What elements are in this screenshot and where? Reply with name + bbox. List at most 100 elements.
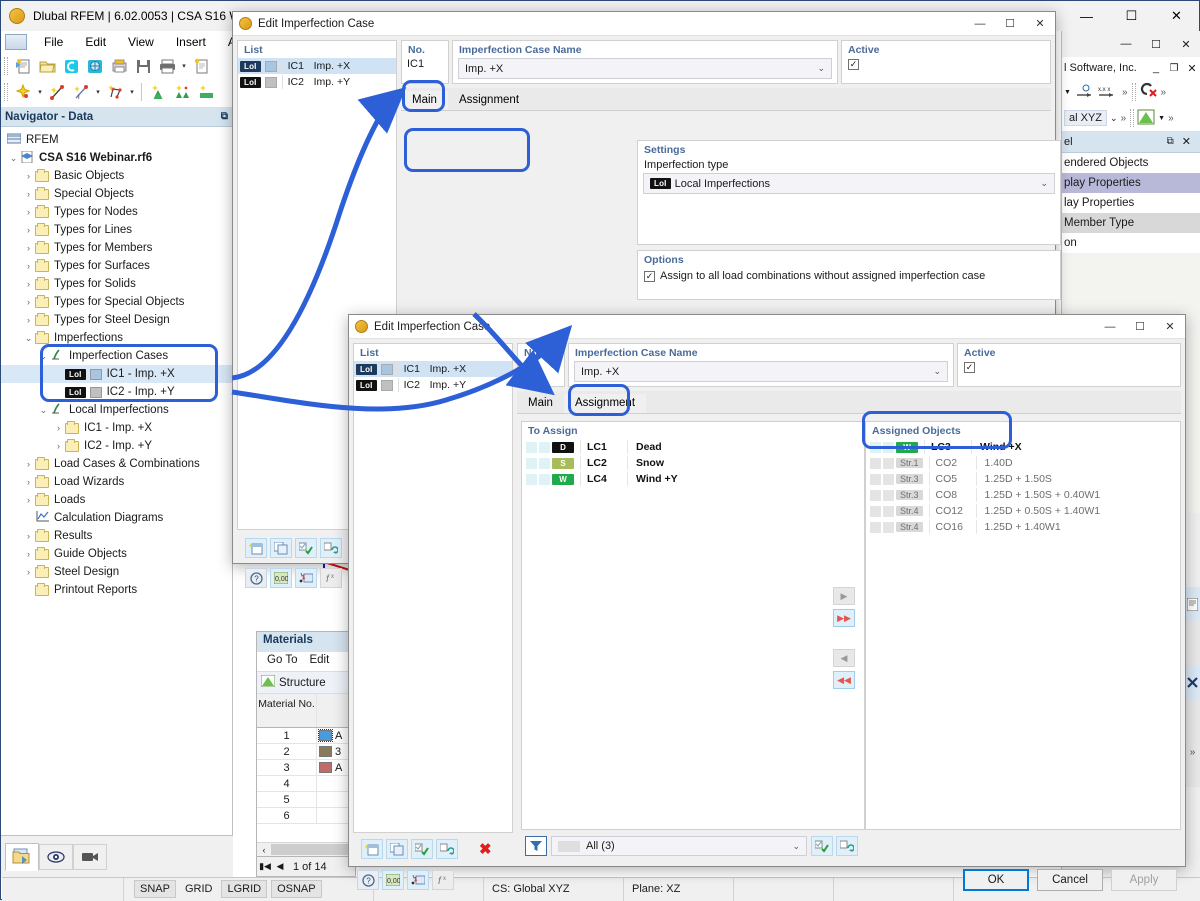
navigator-item[interactable]: LoI IC1 - Imp. +X [1,365,232,383]
formula-icon[interactable]: fx [320,568,342,588]
to-assign-row[interactable]: S LC2 Snow [522,455,864,471]
dialog-assign-minimize-button[interactable]: — [1095,315,1125,339]
dialog-assign-close-button[interactable]: ✕ [1155,315,1185,339]
right-panel-row[interactable]: lay Properties [1062,193,1200,213]
navigator-item[interactable]: › Load Wizards [1,473,232,491]
twisty-icon[interactable]: › [22,315,35,325]
navigator-item[interactable]: › Basic Objects [1,167,232,185]
select-all-icon[interactable] [411,839,433,859]
dialog-assign-no-value[interactable]: IC1 [518,361,564,373]
settings-icon-2[interactable] [407,870,429,890]
cs-chevron-down-icon[interactable]: ⌄ [1110,113,1118,124]
case-list-row[interactable]: LoI IC1 Imp. +X [238,58,396,74]
close-button[interactable]: ✕ [1154,1,1199,31]
copy-case-icon[interactable] [270,538,292,558]
materials-row[interactable]: 3A [257,760,355,776]
navigator-item[interactable]: › Types for Surfaces [1,257,232,275]
materials-hscrollbar[interactable]: ‹ [257,842,355,856]
line-dropdown-caret[interactable]: ▾ [93,88,103,96]
navigator-item[interactable]: › Special Objects [1,185,232,203]
menu-item-file[interactable]: File [33,33,74,51]
dialog-assign-maximize-button[interactable]: ☐ [1125,315,1155,339]
materials-row[interactable]: 1A [257,728,355,744]
twisty-icon[interactable]: ⌄ [37,405,50,416]
case-list-row[interactable]: LoI IC1 Imp. +X [354,361,512,377]
dialog-main-no-value[interactable]: IC1 [402,58,448,70]
right-panel-row[interactable]: play Properties [1062,173,1200,193]
active-checkbox-2[interactable]: ✓ [964,362,975,373]
materials-row[interactable]: 23 [257,744,355,760]
scroll-thumb[interactable] [271,844,353,855]
chevrons-icon-4[interactable]: » [1168,113,1174,124]
copy-case-icon[interactable] [386,839,408,859]
toolbar-grip-2[interactable] [4,83,8,101]
tree-project-node[interactable]: ⌄ CSA S16 Webinar.rf6 [1,149,232,167]
render-icon[interactable] [84,55,106,77]
video-camera-icon[interactable] [73,843,107,870]
navigator-item[interactable]: › Types for Members [1,239,232,257]
panel-grip-2[interactable] [1130,109,1135,127]
panel-dock-icon[interactable]: ⧉ [1167,136,1174,147]
navigator-item[interactable]: ⌄ Imperfections [1,329,232,347]
twisty-icon[interactable]: ⌄ [22,333,35,344]
line-icon[interactable] [46,81,68,103]
polyline-icon[interactable] [104,81,126,103]
active-checkbox[interactable]: ✓ [848,59,859,70]
select-all-icon[interactable] [295,538,317,558]
twisty-icon[interactable]: › [52,441,65,451]
toolbar-grip[interactable] [4,57,8,75]
dimension-icon[interactable] [1075,84,1095,101]
chevron-down-icon[interactable]: ⌄ [1040,178,1048,189]
help-icon[interactable]: ? [245,568,267,588]
assigned-object-row[interactable]: Str.1 CO2 1.40D [866,455,1180,471]
navigator-item[interactable]: › IC1 - Imp. +X [1,419,232,437]
twisty-icon[interactable]: › [22,549,35,559]
display-eye-icon[interactable] [39,843,73,870]
panel-grip[interactable] [1131,83,1136,101]
scroll-left-icon[interactable]: ‹ [257,845,271,855]
minimize-button[interactable]: — [1064,1,1109,31]
dock-icon[interactable]: ⧉ [221,111,228,122]
assign-one-button[interactable]: ▶ [833,587,855,605]
twisty-icon[interactable]: › [22,567,35,577]
cloud-icon[interactable] [60,55,82,77]
navigator-item[interactable]: › Types for Lines [1,221,232,239]
open-folder-icon[interactable] [36,55,58,77]
assigned-object-row[interactable]: W LC3 Wind +X [866,439,1180,455]
materials-row[interactable]: 5 [257,792,355,808]
select-all-icon-2[interactable] [811,836,833,856]
dialog-main-minimize-button[interactable]: — [965,12,995,36]
assign-all-combos-checkbox[interactable]: ✓ [644,270,655,282]
assigned-object-row[interactable]: Str.3 CO8 1.25D + 1.50S + 0.40W1 [866,487,1180,503]
navigator-item[interactable]: › Load Cases & Combinations [1,455,232,473]
surface-icon[interactable] [195,81,217,103]
xxx-icon[interactable]: x.x x [1097,84,1119,101]
materials-edit-button[interactable]: Edit [303,654,335,669]
navigator-item[interactable]: Printout Reports [1,581,232,599]
units-icon[interactable]: 0,00 [270,568,292,588]
filter-select[interactable]: All (3) ⌄ [551,836,807,856]
dialog-main-maximize-button[interactable]: ☐ [995,12,1025,36]
new-icon[interactable] [12,55,34,77]
twisty-project[interactable]: ⌄ [7,153,20,164]
navigator-item[interactable]: › Loads [1,491,232,509]
assigned-object-row[interactable]: Str.4 CO12 1.25D + 0.50S + 1.40W1 [866,503,1180,519]
assign-all-button[interactable]: ▶▶ [833,609,855,627]
imperfection-type-select[interactable]: LoI Local Imperfections ⌄ [643,173,1055,194]
delete-icon[interactable]: ✖ [479,840,492,858]
right-close-button[interactable]: ✕ [1171,38,1200,51]
line-dim-icon[interactable]: I [70,81,92,103]
settings-icon[interactable] [295,568,317,588]
right-panel-row[interactable]: endered Objects [1062,153,1200,173]
twisty-icon[interactable]: › [22,261,35,271]
units-icon-2[interactable]: 0,00 [382,870,404,890]
coordinate-system-select[interactable]: al XYZ [1064,110,1108,126]
refresh-icon[interactable] [320,538,342,558]
node-icon[interactable] [12,81,34,103]
print-dropdown-caret[interactable]: ▾ [179,62,189,70]
dialog-main-close-button[interactable]: ✕ [1025,12,1055,36]
chevrons-icon[interactable]: » [1122,87,1128,98]
twisty-icon[interactable]: › [22,477,35,487]
twisty-icon[interactable]: › [22,495,35,505]
navigator-item[interactable]: › Results [1,527,232,545]
